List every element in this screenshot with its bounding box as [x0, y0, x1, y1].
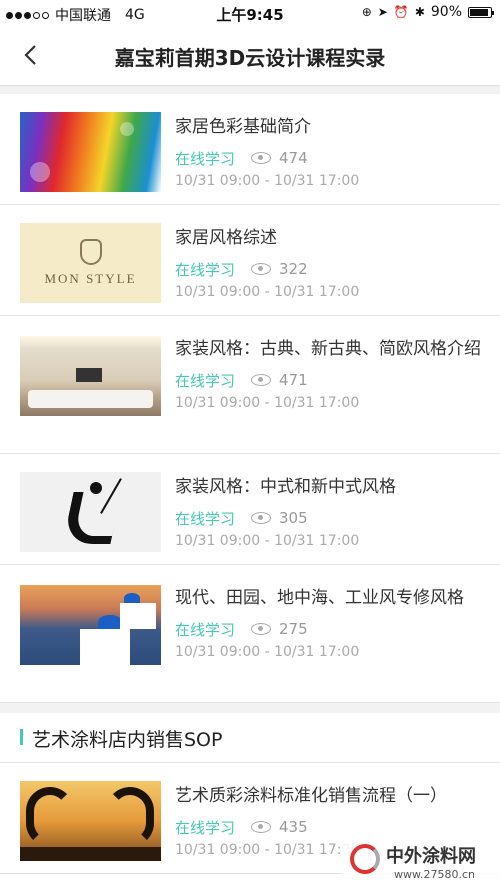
- watermark-logo-icon: [350, 844, 380, 874]
- section-header: 艺术涂料店内销售SOP: [0, 713, 500, 763]
- battery-fill: [470, 8, 488, 16]
- nav-bar: 嘉宝莉首期3D云设计课程实录: [0, 28, 500, 86]
- view-count: 322: [279, 260, 308, 278]
- eye-icon: [251, 512, 272, 524]
- course-title: 家居风格综述: [175, 228, 277, 248]
- alarm-icon: ⏰: [393, 5, 409, 19]
- bluetooth-icon: ✱: [414, 5, 425, 19]
- course-title: 现代、田园、地中海、工业风专修风格: [175, 588, 464, 608]
- eye-icon: [251, 623, 272, 635]
- crest-icon: [79, 239, 102, 265]
- course-item[interactable]: 家装风格：中式和新中式风格 在线学习 305 10/31 09:00 - 10/…: [0, 454, 500, 565]
- divider: [0, 86, 500, 94]
- course-thumbnail: [20, 112, 161, 192]
- battery-percent: 90%: [430, 4, 462, 20]
- course-time: 10/31 09:00 - 10/31 17:00: [175, 533, 360, 549]
- course-mode: 在线学习: [175, 260, 236, 279]
- course-thumbnail: [20, 781, 161, 861]
- view-count: 305: [279, 509, 308, 527]
- eye-icon: [251, 821, 272, 833]
- course-time: 10/31 09:00 - 10/31 17:00: [175, 284, 360, 300]
- course-thumbnail: [20, 585, 161, 665]
- course-title: 家装风格：古典、新古典、简欧风格介绍: [175, 339, 481, 359]
- course-mode: 在线学习: [175, 149, 236, 168]
- course-mode: 在线学习: [175, 818, 236, 837]
- view-count: 471: [279, 371, 308, 389]
- watermark: 中外涂料网 www.27580.cn: [342, 836, 500, 889]
- view-count: 275: [279, 620, 308, 638]
- divider: [0, 703, 500, 713]
- eye-icon: [251, 263, 272, 275]
- thumbnail-brand: MON STYLE: [44, 271, 137, 286]
- course-time: 10/31 09:00 - 10/31 17:00: [175, 644, 360, 660]
- course-mode: 在线学习: [175, 620, 236, 639]
- course-thumbnail: MON STYLE: [20, 223, 161, 303]
- view-count: 474: [279, 149, 308, 167]
- course-thumbnail: [20, 336, 161, 416]
- chevron-left-icon: [24, 45, 36, 65]
- watermark-name: 中外涂料网: [386, 846, 476, 867]
- course-thumbnail: [20, 472, 161, 552]
- course-title: 家装风格：中式和新中式风格: [175, 477, 396, 497]
- battery-icon: [468, 6, 494, 18]
- eye-icon: [251, 374, 272, 386]
- view-count: 435: [279, 818, 308, 836]
- eye-icon: [251, 152, 272, 164]
- status-bar: 中国联通 4G 上午9:45 ⊕ ➤ ⏰ ✱ 90%: [0, 0, 500, 28]
- course-title: 家居色彩基础简介: [175, 117, 311, 137]
- course-time: 10/31 09:00 - 10/31 17:00: [175, 395, 360, 411]
- course-mode: 在线学习: [175, 509, 236, 528]
- course-list: 家居色彩基础简介 在线学习 474 10/31 09:00 - 10/31 17…: [0, 86, 500, 889]
- course-item[interactable]: 家居色彩基础简介 在线学习 474 10/31 09:00 - 10/31 17…: [0, 94, 500, 205]
- orientation-lock-icon: ⊕: [361, 5, 372, 19]
- course-title: 艺术质彩涂料标准化销售流程（一）: [175, 786, 447, 806]
- section-marker: [20, 729, 23, 745]
- course-mode: 在线学习: [175, 371, 236, 390]
- page-title: 嘉宝莉首期3D云设计课程实录: [114, 46, 386, 70]
- course-time: 10/31 09:00 - 10/31 17:00: [175, 173, 360, 189]
- location-icon: ➤: [377, 5, 388, 19]
- status-right: ⊕ ➤ ⏰ ✱ 90%: [361, 4, 494, 20]
- section-title: 艺术涂料店内销售SOP: [32, 729, 223, 751]
- course-item[interactable]: MON STYLE 家居风格综述 在线学习 322 10/31 09:00 - …: [0, 205, 500, 316]
- watermark-url: www.27580.cn: [394, 868, 475, 881]
- back-button[interactable]: [16, 40, 46, 70]
- course-item[interactable]: 现代、田园、地中海、工业风专修风格 在线学习 275 10/31 09:00 -…: [0, 565, 500, 703]
- course-item[interactable]: 家装风格：古典、新古典、简欧风格介绍 在线学习 471 10/31 09:00 …: [0, 316, 500, 454]
